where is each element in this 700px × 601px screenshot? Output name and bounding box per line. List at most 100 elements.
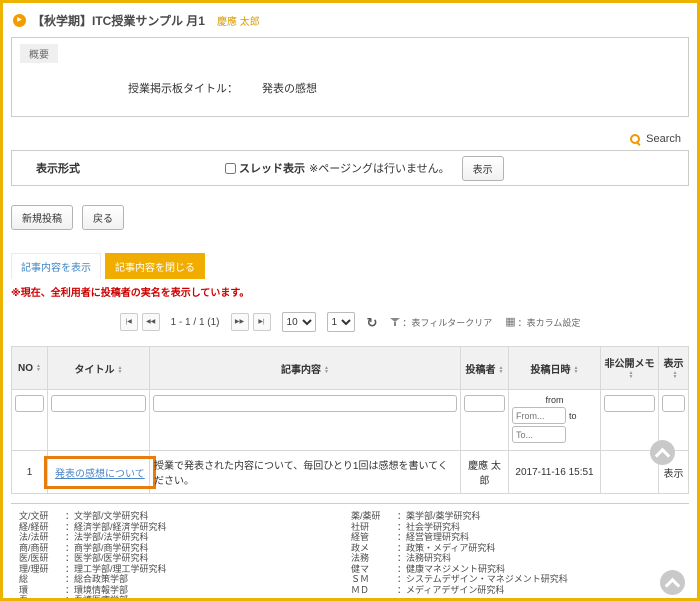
legend-item: 環：環境情報学部: [19, 585, 351, 596]
annotation-highlight-box: 発表の感想について: [44, 456, 156, 489]
cell-private-memo: [601, 451, 659, 494]
page-info: 1 - 1 / 1 (1): [171, 317, 220, 328]
board-title-label: 授業掲示板タイトル：: [20, 80, 238, 96]
thread-display-option[interactable]: スレッド表示: [225, 160, 305, 176]
thread-display-label: スレッド表示: [239, 160, 305, 176]
display-apply-button[interactable]: 表示: [462, 156, 504, 181]
sort-icon: ▲▼: [118, 366, 123, 374]
pagination-bar: |◀ ◀◀ 1 - 1 / 1 (1) ▶▶ ▶| 10 1 ↻ ：表フィルター…: [9, 312, 691, 332]
sort-icon: ▲▼: [324, 366, 329, 374]
overview-box: 概要 授業掲示板タイトル： 発表の感想: [11, 37, 689, 117]
scroll-top-button[interactable]: [650, 440, 675, 465]
column-config-button[interactable]: ▦ ：表カラム設定: [505, 316, 580, 329]
display-filter-input[interactable]: [662, 395, 685, 412]
header-no[interactable]: NO▲▼: [12, 347, 48, 390]
cell-title: 発表の感想について: [48, 451, 150, 494]
legend-item: 理/理研：理工学部/理工学研究科: [19, 564, 351, 575]
header-user-name[interactable]: 慶應 太郎: [217, 13, 260, 28]
sort-icon: ▲▼: [574, 366, 579, 374]
page-fast-next-button[interactable]: ▶▶: [231, 313, 249, 331]
header-private-memo[interactable]: 非公開メモ▲▼: [601, 347, 659, 390]
faculty-legend: 文/文研：文学部/文学研究科 経/経研：経済学部/経済学研究科 法/法研：法学部…: [11, 503, 689, 601]
tab-show-content[interactable]: 記事内容を表示: [11, 253, 101, 279]
tab-hide-content[interactable]: 記事内容を閉じる: [105, 253, 205, 279]
date-from-input[interactable]: [512, 407, 566, 424]
top-actions: 新規投稿 戻る: [11, 205, 689, 230]
search-label: Search: [646, 133, 681, 145]
search-toggle[interactable]: Search: [19, 132, 681, 146]
filter-clear-label: ：表フィルタークリア: [402, 316, 492, 329]
legend-item: 看：看護医療学部: [19, 595, 351, 601]
page-last-button[interactable]: ▶|: [253, 313, 271, 331]
no-filter-input[interactable]: [15, 395, 44, 412]
date-to-input[interactable]: [512, 426, 566, 443]
legend-item: 政メ：政策・メディア研究科: [351, 543, 568, 554]
sort-icon: ▲▼: [629, 371, 634, 379]
header-content[interactable]: 記事内容▲▼: [150, 347, 461, 390]
date-to-label: to: [569, 411, 577, 421]
legend-item: 薬/薬研：薬学部/薬学研究科: [351, 511, 568, 522]
legend-left-column: 文/文研：文学部/文学研究科 経/経研：経済学部/経済学研究科 法/法研：法学部…: [19, 511, 351, 601]
legend-item: 総：総合政策学部: [19, 574, 351, 585]
display-format-box: 表示形式 スレッド表示 ※ページングは行いません。 表示: [11, 150, 689, 186]
content-filter-input[interactable]: [153, 395, 457, 412]
page-first-button[interactable]: |◀: [120, 313, 138, 331]
legend-item: ＭＤ：メディアデザイン研究科: [351, 585, 568, 596]
breadcrumb-icon: ▶: [13, 14, 26, 27]
title-filter-input[interactable]: [51, 395, 146, 412]
legend-item: 商/商研：商学部/商学研究科: [19, 543, 351, 554]
column-grid-icon: ▦: [505, 317, 515, 328]
paging-note: ※ページングは行いません。: [309, 160, 450, 176]
legend-item: 経/経研：経済学部/経済学研究科: [19, 522, 351, 533]
legend-item: 法/法研：法学部/法学研究科: [19, 532, 351, 543]
column-config-label: ：表カラム設定: [518, 316, 581, 329]
thread-display-checkbox[interactable]: [225, 163, 236, 174]
author-filter-input[interactable]: [464, 395, 505, 412]
cell-content: 授業で発表された内容について、毎回ひとり1回は感想を書いてください。: [150, 451, 461, 494]
legend-item: 医/医研：医学部/医学研究科: [19, 553, 351, 564]
header-display[interactable]: 表示▲▼: [659, 347, 689, 390]
date-filter-cell: from to: [509, 390, 601, 451]
table-row: 1 発表の感想について 授業で発表された内容について、毎回ひとり1回は感想を書い…: [12, 451, 689, 494]
legend-item: 社研：社会学研究科: [351, 522, 568, 533]
overview-row: 授業掲示板タイトル： 発表の感想: [20, 80, 680, 96]
content-tabs: 記事内容を表示 記事内容を閉じる: [11, 253, 689, 279]
page: ▶ 【秋学期】ITC授業サンプル 月1 慶應 太郎 概要 授業掲示板タイトル： …: [0, 0, 700, 601]
page-number-select[interactable]: 1: [327, 312, 355, 332]
post-title-link[interactable]: 発表の感想について: [55, 469, 145, 480]
legend-item: 法務：法務研究科: [351, 553, 568, 564]
header-author[interactable]: 投稿者▲▼: [461, 347, 509, 390]
cell-posted-at: 2017-11-16 15:51: [509, 451, 601, 494]
search-icon: [629, 133, 641, 145]
page-header: ▶ 【秋学期】ITC授業サンプル 月1 慶應 太郎: [9, 9, 691, 29]
memo-filter-input[interactable]: [604, 395, 655, 412]
filter-icon: [390, 317, 400, 327]
overview-box-label: 概要: [20, 44, 58, 63]
sort-icon: ▲▼: [36, 364, 41, 372]
sort-icon: ▲▼: [499, 366, 504, 374]
realname-notice: ※現在、全利用者に投稿者の実名を表示しています。: [11, 284, 689, 299]
back-button[interactable]: 戻る: [82, 205, 124, 230]
legend-item: ＳＭ：システムデザイン・マネジメント研究科: [351, 574, 568, 585]
date-from-label: from: [512, 395, 597, 405]
table-header-row: NO▲▼ タイトル▲▼ 記事内容▲▼ 投稿者▲▼ 投稿日時▲▼ 非公開メモ▲▼ …: [12, 347, 689, 390]
legend-right-column: 薬/薬研：薬学部/薬学研究科 社研：社会学研究科 経管：経営管理研究科 政メ：政…: [351, 511, 568, 601]
posts-table: NO▲▼ タイトル▲▼ 記事内容▲▼ 投稿者▲▼ 投稿日時▲▼ 非公開メモ▲▼ …: [11, 346, 689, 494]
board-title-value: 発表の感想: [262, 80, 317, 96]
legend-item: 経管：経営管理研究科: [351, 532, 568, 543]
cell-no: 1: [12, 451, 48, 494]
filter-clear-button[interactable]: ：表フィルタークリア: [390, 316, 492, 329]
page-title: 【秋学期】ITC授業サンプル 月1: [32, 12, 205, 29]
header-posted-at[interactable]: 投稿日時▲▼: [509, 347, 601, 390]
legend-item: 健マ：健康マネジメント研究科: [351, 564, 568, 575]
sort-icon: ▲▼: [673, 371, 678, 379]
header-title[interactable]: タイトル▲▼: [48, 347, 150, 390]
display-format-label: 表示形式: [20, 160, 225, 176]
table-filter-row: from to: [12, 390, 689, 451]
refresh-icon[interactable]: ↻: [367, 316, 378, 329]
scroll-top-button-bottom[interactable]: [660, 570, 685, 595]
legend-item: 文/文研：文学部/文学研究科: [19, 511, 351, 522]
page-size-select[interactable]: 10: [282, 312, 316, 332]
page-fast-prev-button[interactable]: ◀◀: [142, 313, 160, 331]
new-post-button[interactable]: 新規投稿: [11, 205, 73, 230]
